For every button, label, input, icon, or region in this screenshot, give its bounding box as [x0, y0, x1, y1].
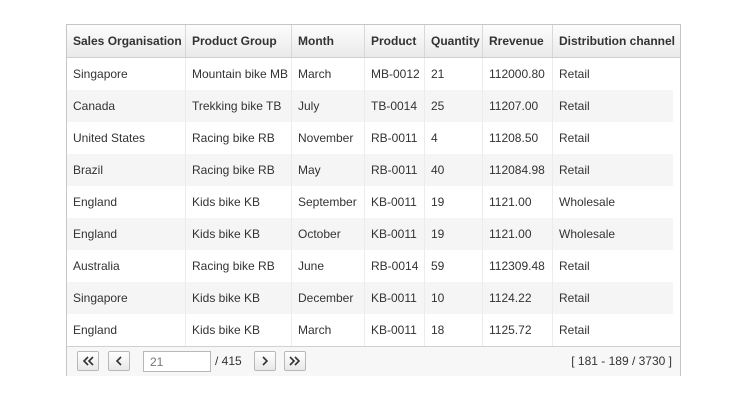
cell-distribution-channel: Retail [559, 323, 590, 337]
cell-product-group: Kids bike KB [186, 186, 292, 218]
column-header-distribution-channel[interactable]: Distribution channel [553, 25, 680, 57]
cell-sales-organisation: England [67, 218, 186, 250]
cell-product-group: Kids bike KB [186, 314, 292, 346]
cell-month: September [292, 186, 365, 218]
cell-sales-organisation: Brazil [67, 154, 186, 186]
cell-product: KB-0011 [365, 314, 425, 346]
cell-distribution-channel: Retail [559, 131, 590, 145]
cell-distribution-channel: Wholesale [559, 227, 616, 241]
record-range-label: [ 181 - 189 / 3730 ] [571, 354, 672, 368]
cell-distribution-channel: Retail [559, 259, 590, 273]
cell-product: TB-0014 [365, 90, 425, 122]
column-header-revenue[interactable]: Rrevenue [483, 25, 553, 57]
cell-quantity: 19 [425, 186, 483, 218]
page-number-input[interactable] [143, 351, 211, 372]
table-row[interactable]: Australia Racing bike RB June RB-0014 59… [67, 250, 673, 282]
cell-distribution-channel: Retail [559, 99, 590, 113]
cell-revenue: 112084.98 [483, 154, 553, 186]
chevron-right-icon [262, 356, 269, 366]
cell-distribution-channel: Retail [559, 163, 590, 177]
cell-quantity: 4 [425, 122, 483, 154]
double-chevron-right-icon [289, 356, 301, 366]
cell-quantity: 25 [425, 90, 483, 122]
cell-sales-organisation: Singapore [67, 282, 186, 314]
cell-sales-organisation: England [67, 186, 186, 218]
column-header-sales-organisation[interactable]: Sales Organisation [67, 25, 186, 57]
cell-quantity: 59 [425, 250, 483, 282]
cell-sales-organisation: Canada [67, 90, 186, 122]
cell-product-group: Racing bike RB [186, 250, 292, 282]
table-row[interactable]: England Kids bike KB October KB-0011 19 … [67, 218, 673, 250]
cell-distribution-channel: Retail [559, 291, 590, 305]
table-row[interactable]: Singapore Kids bike KB December KB-0011 … [67, 282, 673, 314]
first-page-button[interactable] [77, 351, 99, 371]
next-page-button[interactable] [254, 351, 276, 371]
last-page-button[interactable] [284, 351, 306, 371]
cell-product-group: Mountain bike MB [186, 58, 292, 90]
cell-distribution-channel: Retail [559, 67, 590, 81]
cell-quantity: 10 [425, 282, 483, 314]
cell-revenue: 1125.72 [483, 314, 553, 346]
cell-product: KB-0011 [365, 282, 425, 314]
pagination-bar: / 415 [ 181 - 189 / 3730 ] [67, 346, 680, 376]
table-row[interactable]: Canada Trekking bike TB July TB-0014 25 … [67, 90, 673, 122]
column-header-quantity[interactable]: Quantity [425, 25, 483, 57]
chevron-left-icon [115, 356, 122, 366]
cell-month: March [292, 314, 365, 346]
grid-header: Sales Organisation Product Group Month P… [67, 25, 680, 58]
table-row[interactable]: England Kids bike KB September KB-0011 1… [67, 186, 673, 218]
previous-page-button[interactable] [108, 351, 130, 371]
cell-product-group: Kids bike KB [186, 282, 292, 314]
cell-product: RB-0011 [365, 154, 425, 186]
cell-revenue: 11208.50 [483, 122, 553, 154]
page-total-label: / 415 [215, 354, 242, 368]
cell-month: November [292, 122, 365, 154]
cell-product-group: Racing bike RB [186, 154, 292, 186]
cell-distribution-channel: Wholesale [559, 195, 616, 209]
table-row[interactable]: England Kids bike KB March KB-0011 18 11… [67, 314, 673, 346]
double-chevron-left-icon [82, 356, 94, 366]
cell-product-group: Racing bike RB [186, 122, 292, 154]
cell-product: RB-0014 [365, 250, 425, 282]
cell-month: May [292, 154, 365, 186]
cell-quantity: 40 [425, 154, 483, 186]
cell-month: July [292, 90, 365, 122]
cell-revenue: 112000.80 [483, 58, 553, 90]
cell-product: MB-0012 [365, 58, 425, 90]
cell-revenue: 1121.00 [483, 218, 553, 250]
cell-product: RB-0011 [365, 122, 425, 154]
cell-sales-organisation: England [67, 314, 186, 346]
column-header-product[interactable]: Product [365, 25, 425, 57]
grid-body: Singapore Mountain bike MB March MB-0012… [67, 58, 680, 346]
cell-month: October [292, 218, 365, 250]
table-row[interactable]: Brazil Racing bike RB May RB-0011 40 112… [67, 154, 673, 186]
cell-revenue: 1121.00 [483, 186, 553, 218]
cell-month: March [292, 58, 365, 90]
table-row[interactable]: Singapore Mountain bike MB March MB-0012… [67, 58, 673, 90]
cell-revenue: 11207.00 [483, 90, 553, 122]
cell-product-group: Trekking bike TB [186, 90, 292, 122]
data-grid: Sales Organisation Product Group Month P… [66, 24, 681, 376]
cell-sales-organisation: Singapore [67, 58, 186, 90]
cell-quantity: 19 [425, 218, 483, 250]
cell-quantity: 18 [425, 314, 483, 346]
column-header-product-group[interactable]: Product Group [186, 25, 292, 57]
cell-revenue: 1124.22 [483, 282, 553, 314]
column-header-month[interactable]: Month [292, 25, 365, 57]
cell-sales-organisation: United States [67, 122, 186, 154]
cell-month: June [292, 250, 365, 282]
table-row[interactable]: United States Racing bike RB November RB… [67, 122, 673, 154]
cell-quantity: 21 [425, 58, 483, 90]
cell-product: KB-0011 [365, 218, 425, 250]
cell-sales-organisation: Australia [67, 250, 186, 282]
cell-product-group: Kids bike KB [186, 218, 292, 250]
cell-revenue: 112309.48 [483, 250, 553, 282]
cell-month: December [292, 282, 365, 314]
cell-product: KB-0011 [365, 186, 425, 218]
